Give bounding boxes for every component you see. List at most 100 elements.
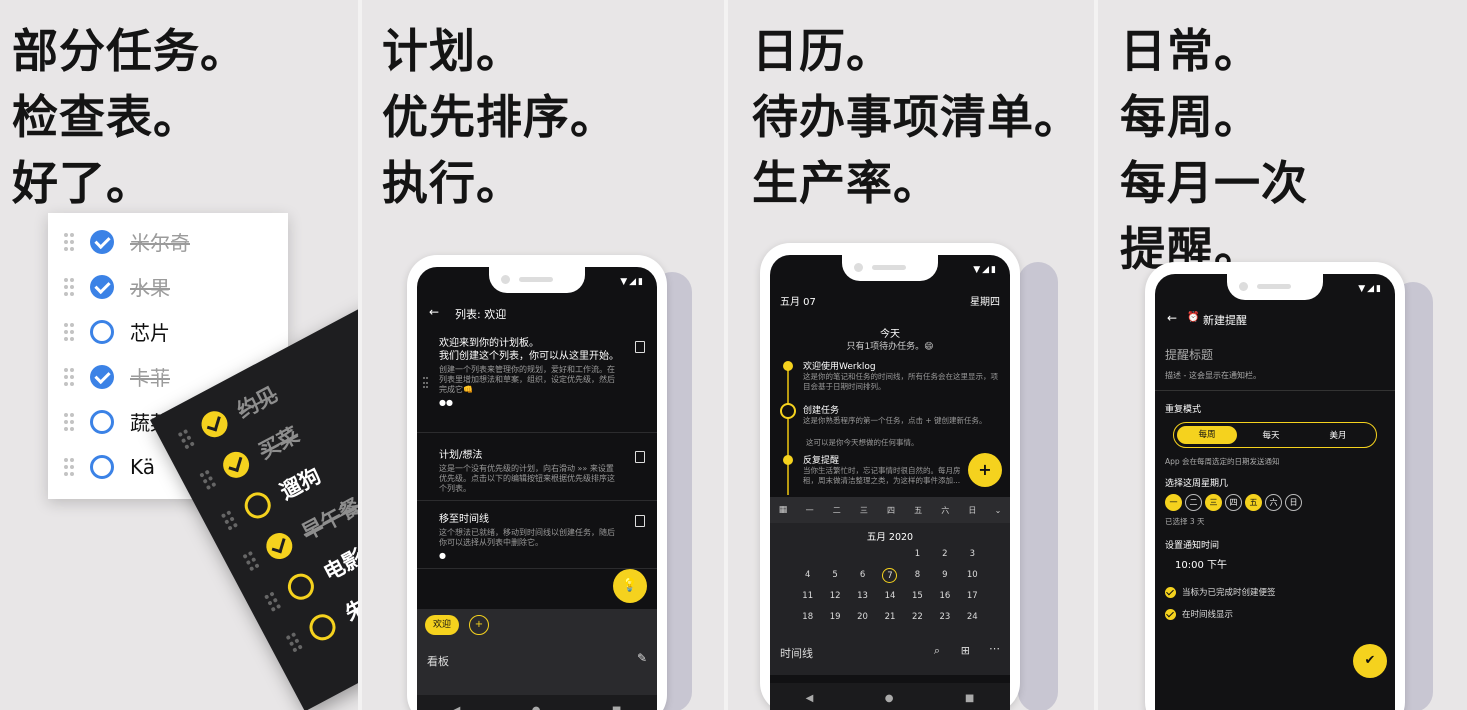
weekday-toggle[interactable]: 三 (1205, 494, 1222, 511)
nav-back-icon[interactable]: ◀ (453, 705, 461, 710)
drag-handle-icon[interactable] (177, 428, 195, 450)
drag-handle-icon[interactable] (285, 632, 303, 653)
repeat-mode-segmented[interactable]: 每周 每天 美月 (1173, 422, 1377, 448)
panel-planning: 计划。 优先排序。 执行。 ▼◢▮ ← 列表: 欢迎 欢迎来到你的计划板。 我们… (362, 0, 724, 710)
calendar-day[interactable]: 22 (904, 610, 931, 625)
calendar-day[interactable]: 12 (821, 589, 848, 604)
more-options-icon[interactable]: ⋯ (989, 642, 1000, 655)
reminder-title-input[interactable]: 提醒标题 (1165, 346, 1213, 363)
checkbox-unchecked-icon[interactable] (90, 319, 114, 344)
checklist-item[interactable]: 水果 (48, 264, 288, 309)
checkbox-checked-icon[interactable] (196, 406, 233, 442)
calendar-day[interactable]: 9 (931, 568, 958, 583)
calendar-day[interactable]: 21 (876, 610, 903, 625)
chevron-down-icon[interactable]: ⌄ (986, 506, 1010, 515)
drag-handle-icon[interactable] (264, 591, 282, 612)
calendar-day[interactable]: 10 (959, 568, 986, 583)
timeline-tab-label[interactable]: 时间线 (780, 645, 813, 661)
drag-handle-icon[interactable] (64, 277, 74, 296)
confirm-fab-button[interactable]: ✔ (1353, 644, 1387, 678)
checklist-item[interactable]: 米尔奇 (48, 219, 288, 264)
drag-handle-icon[interactable] (64, 232, 74, 251)
weekday-toggle[interactable]: 一 (1165, 494, 1182, 511)
back-arrow-icon[interactable]: ← (1167, 311, 1177, 325)
calendar-day[interactable]: 17 (959, 589, 986, 604)
mode-weekly-button[interactable]: 每周 (1177, 426, 1237, 444)
edit-icon[interactable]: ✎ (637, 651, 647, 665)
search-icon[interactable]: ⌕ (934, 644, 940, 658)
checklist-item[interactable]: 芯片 (48, 309, 288, 354)
nav-recent-icon[interactable]: ■ (612, 705, 621, 710)
calendar-day[interactable]: 7 (882, 568, 898, 583)
checkbox-checked-icon[interactable] (90, 274, 114, 299)
checkbox-unchecked-icon[interactable] (304, 609, 341, 645)
calendar-day[interactable]: 11 (794, 589, 821, 604)
checkbox-unchecked-icon[interactable] (90, 409, 114, 434)
checkbox-checked-icon[interactable] (218, 447, 254, 483)
grid-view-icon[interactable]: ⊞ (961, 644, 970, 657)
calendar-day[interactable]: 23 (931, 610, 958, 625)
weekday-toggle[interactable]: 五 (1245, 494, 1262, 511)
calendar-day[interactable]: 8 (904, 568, 931, 583)
timeline-item[interactable]: 反复提醒 当你生活繁忙时，忘记事情时很自然的。每月房租，周末做清洁整理之类，为这… (803, 453, 968, 486)
calendar-day[interactable]: 14 (876, 589, 903, 604)
checkbox-checked-icon[interactable] (1165, 587, 1176, 598)
add-chip-button[interactable]: + (469, 615, 489, 635)
checkbox-checked-icon[interactable] (261, 528, 297, 564)
document-icon[interactable] (635, 451, 645, 463)
checkbox-checked-icon[interactable] (90, 364, 114, 389)
drag-handle-icon[interactable] (242, 550, 260, 572)
lightbulb-fab-button[interactable]: 💡 (613, 569, 647, 603)
nav-home-icon[interactable]: ● (532, 705, 541, 710)
mode-daily-button[interactable]: 每天 (1237, 429, 1305, 441)
drag-handle-icon[interactable] (220, 510, 239, 531)
weekday-toggle[interactable]: 日 (1285, 494, 1302, 511)
calendar-day[interactable]: 2 (931, 547, 958, 562)
document-icon[interactable] (635, 341, 645, 353)
checkbox-unchecked-icon[interactable] (90, 454, 114, 479)
calendar-day[interactable]: 20 (849, 610, 876, 625)
drag-handle-icon[interactable] (64, 412, 74, 431)
weekday-toggle[interactable]: 二 (1185, 494, 1202, 511)
list-item[interactable]: 欢迎来到你的计划板。 我们创建这个列表，你可以从这里开始。 创建一个列表来管理你… (417, 337, 657, 433)
drag-handle-icon[interactable] (64, 322, 74, 341)
drag-handle-icon[interactable] (199, 469, 217, 491)
calendar-day[interactable]: 4 (794, 568, 821, 583)
nav-recent-icon[interactable]: ■ (965, 693, 974, 704)
checkbox-checked-icon[interactable] (1165, 609, 1176, 620)
weekday-toggle[interactable]: 四 (1225, 494, 1242, 511)
calendar-day[interactable]: 3 (959, 547, 986, 562)
chip-welcome[interactable]: 欢迎 (425, 615, 460, 635)
option-create-note[interactable]: 当标为已完成时创建便签 (1165, 586, 1276, 598)
timeline-item[interactable]: 欢迎使用Werklog 这是你的笔记和任务的时间线，所有任务会在这里显示，项目会… (803, 359, 998, 392)
calendar-day[interactable]: 16 (931, 589, 958, 604)
nav-home-icon[interactable]: ● (885, 693, 894, 704)
calendar-icon[interactable]: ▦ (770, 505, 796, 515)
checkbox-checked-icon[interactable] (90, 229, 114, 254)
calendar-day[interactable]: 1 (904, 547, 931, 562)
reminder-desc-input[interactable]: 描述 - 这会显示在通知栏。 (1165, 370, 1261, 381)
back-arrow-icon[interactable]: ← (429, 305, 439, 319)
calendar-day[interactable]: 5 (821, 568, 848, 583)
calendar-day[interactable]: 24 (959, 610, 986, 625)
list-item[interactable]: 计划/想法 这是一个没有优先级的计划，向右滑动 »» 来设置优先级。点击以下的编… (417, 443, 657, 501)
mode-monthly-button[interactable]: 美月 (1305, 429, 1371, 441)
nav-back-icon[interactable]: ◀ (806, 693, 814, 704)
drag-handle-icon[interactable] (64, 457, 74, 476)
drag-handle-icon[interactable] (423, 377, 428, 389)
calendar-day[interactable]: 19 (821, 610, 848, 625)
calendar-day[interactable]: 15 (904, 589, 931, 604)
checkbox-unchecked-icon[interactable] (240, 487, 276, 524)
drag-handle-icon[interactable] (64, 367, 74, 386)
calendar-day[interactable]: 6 (849, 568, 876, 583)
add-task-fab-button[interactable]: + (968, 453, 1002, 487)
option-show-timeline[interactable]: 在时间线显示 (1165, 608, 1233, 620)
timeline-item[interactable]: 创建任务 这是你熟悉程序的第一个任务，点击 + 键创建新任务。 (803, 403, 998, 426)
weekday-toggle[interactable]: 六 (1265, 494, 1282, 511)
calendar-day[interactable]: 18 (794, 610, 821, 625)
calendar-day[interactable]: 13 (849, 589, 876, 604)
notify-time-value[interactable]: 10:00 下午 (1175, 556, 1227, 571)
checkbox-unchecked-icon[interactable] (283, 569, 319, 605)
document-icon[interactable] (635, 515, 645, 527)
list-item[interactable]: 移至时间线 这个想法已就绪，移动到时间线以创建任务，随后你可以选择从列表中删除它… (417, 507, 657, 569)
